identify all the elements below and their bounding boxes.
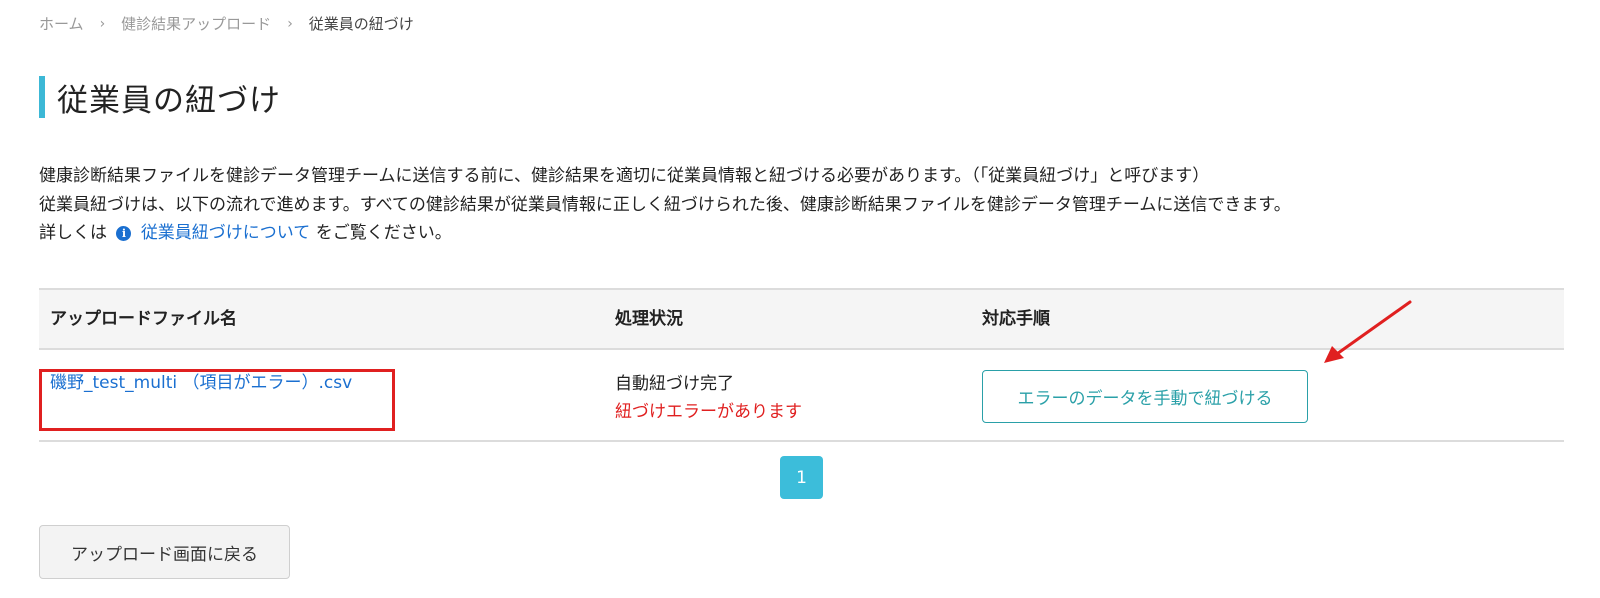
breadcrumb-upload-link[interactable]: 健診結果アップロード [121, 13, 271, 34]
description-line-1: 健康診断結果ファイルを健診データ管理チームに送信する前に、健診結果を適切に従業員… [39, 166, 1210, 186]
page-header: 従業員の紐づけ [39, 76, 281, 119]
table-row: 磯野_test_multi （項目がエラー）.csv 自動紐づけ完了 紐づけエラ… [39, 350, 1564, 442]
header-status: 処理状況 [615, 309, 683, 329]
page-title: 従業員の紐づけ [57, 82, 281, 119]
file-name-link[interactable]: 磯野_test_multi （項目がエラー）.csv [50, 368, 352, 393]
back-to-upload-button[interactable]: アップロード画面に戻る [39, 525, 290, 579]
chevron-right-icon: › [287, 15, 293, 32]
chevron-right-icon: › [99, 15, 106, 32]
pagination-page-1[interactable]: 1 [780, 456, 823, 499]
description-suffix: をご覧ください。 [315, 223, 452, 243]
header-file-name: アップロードファイル名 [50, 309, 237, 329]
table-header: アップロードファイル名 処理状況 対応手順 [39, 288, 1564, 350]
title-accent-bar [39, 76, 45, 118]
manual-link-button[interactable]: エラーのデータを手動で紐づける [982, 370, 1308, 423]
breadcrumb: ホーム › 健診結果アップロード › 従業員の紐づけ [39, 13, 414, 34]
info-icon: i [116, 226, 132, 241]
header-action: 対応手順 [982, 309, 1050, 329]
upload-file-table: アップロードファイル名 処理状況 対応手順 磯野_test_multi （項目が… [39, 288, 1564, 442]
status-text: 自動紐づけ完了 [615, 374, 734, 394]
breadcrumb-home-link[interactable]: ホーム [39, 13, 84, 34]
employee-linking-help-link[interactable]: 従業員紐づけについて [141, 223, 311, 243]
description-line-2: 従業員紐づけは、以下の流れで進めます。すべての健診結果が従業員情報に正しく紐づけ… [39, 194, 1291, 215]
status-error-text: 紐づけエラーがあります [615, 402, 802, 422]
status-cell: 自動紐づけ完了 紐づけエラーがあります [615, 370, 802, 426]
description-line-3: 詳しくは i 従業員紐づけについて をご覧ください。 [39, 219, 1291, 248]
description-prefix: 詳しくは [39, 223, 107, 243]
breadcrumb-current: 従業員の紐づけ [308, 15, 414, 33]
description: 健康診断結果ファイルを健診データ管理チームに送信する前に、健診結果を適切に従業員… [39, 162, 1291, 248]
